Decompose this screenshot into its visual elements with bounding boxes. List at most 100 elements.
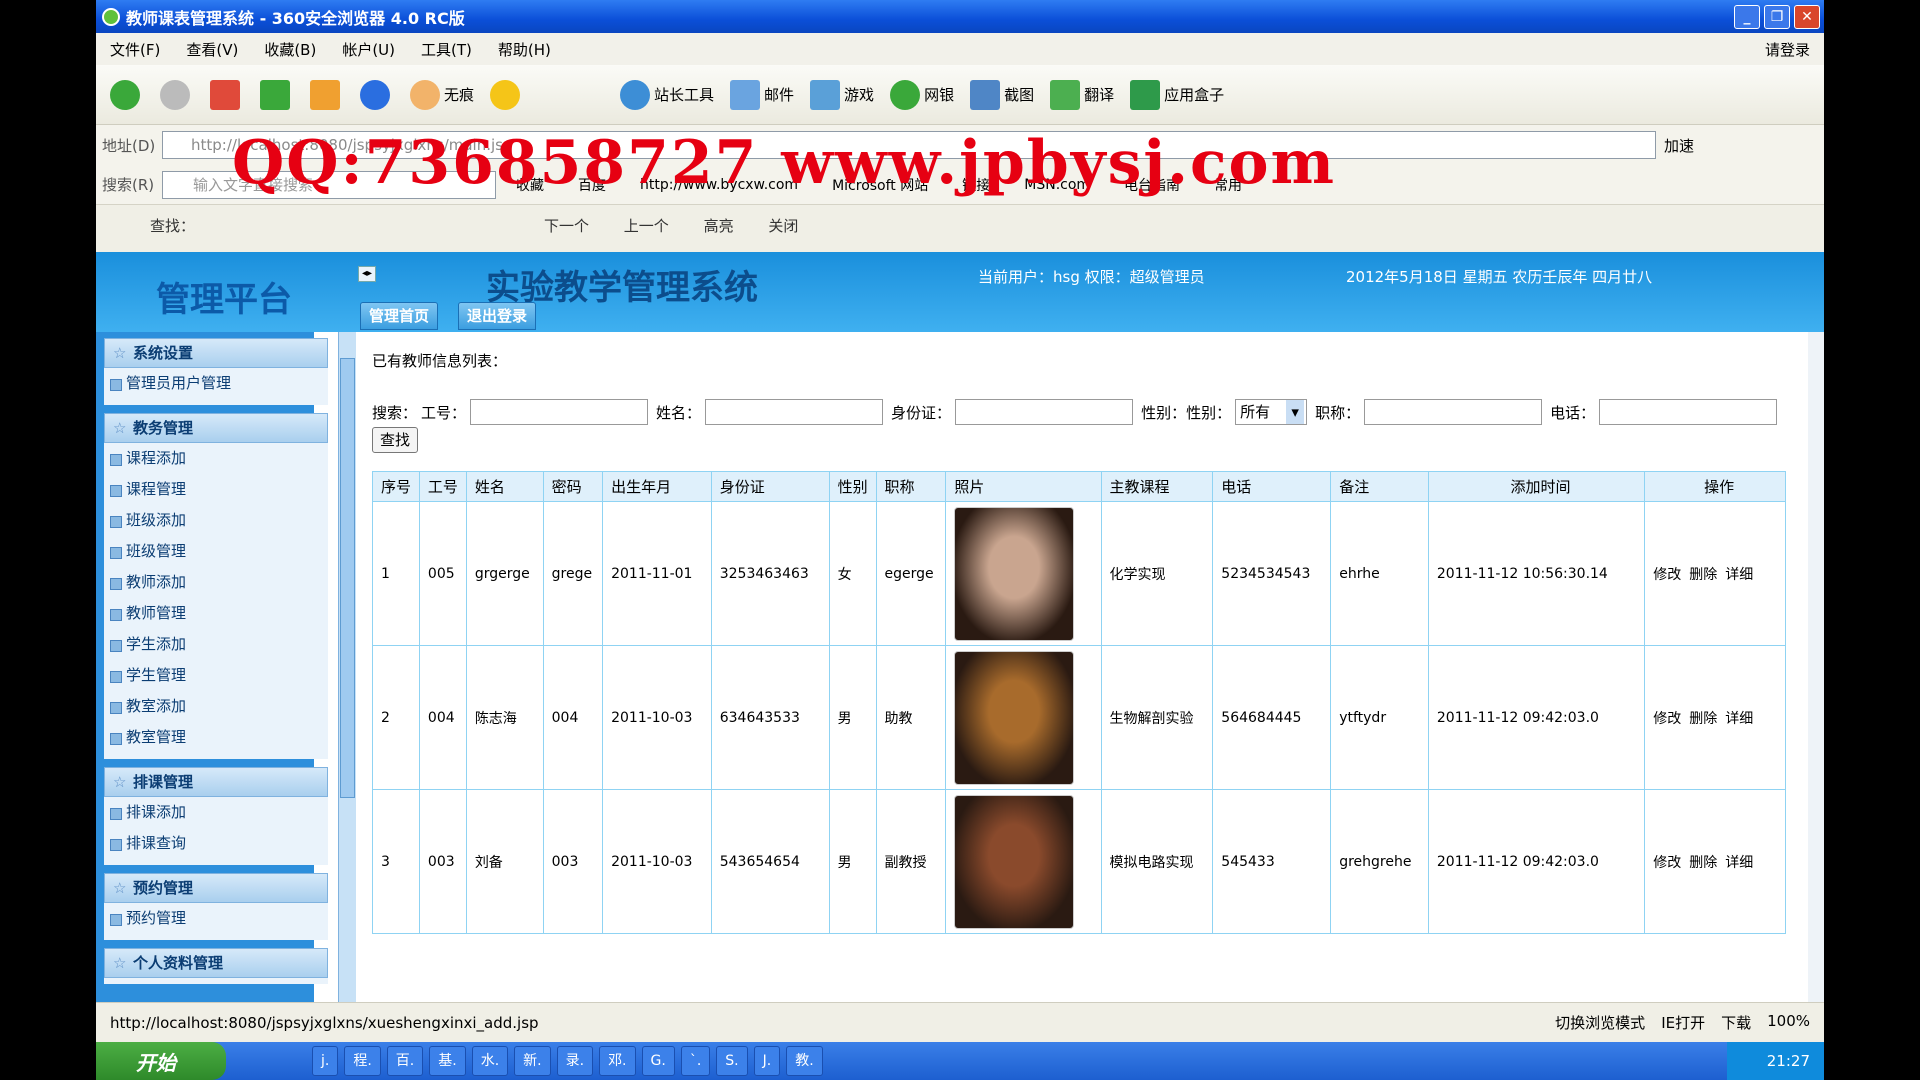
home-button[interactable] <box>310 79 344 110</box>
delete-link[interactable]: 删除 <box>1689 567 1717 583</box>
sidebar-group-header[interactable]: 系统设置 <box>104 338 328 368</box>
table-cell: 564684445 <box>1212 645 1332 790</box>
translate-button[interactable]: 翻译 <box>1050 79 1114 110</box>
sidebar-group-header[interactable]: 个人资料管理 <box>104 948 328 978</box>
minimize-button[interactable]: _ <box>1734 4 1760 29</box>
detail-link[interactable]: 详细 <box>1725 855 1753 871</box>
menu-file[interactable]: 文件(F) <box>110 39 160 60</box>
teacher-id-input[interactable] <box>470 399 649 425</box>
speed-button[interactable]: 加速 <box>1664 135 1694 156</box>
undo-button[interactable] <box>360 79 394 110</box>
menu-help[interactable]: 帮助(H) <box>498 39 551 60</box>
sidebar-group-header[interactable]: 排课管理 <box>104 767 328 797</box>
tab-admin-home[interactable]: 管理首页 <box>360 302 439 330</box>
taskbar-item[interactable]: S. <box>716 1046 748 1076</box>
private-mode-button[interactable]: 无痕 <box>410 79 474 110</box>
download-button[interactable]: 下载 <box>1721 1012 1751 1033</box>
current-user-info: 当前用户：hsg 权限：超级管理员 <box>978 268 1205 286</box>
gender-select[interactable]: 所有 <box>1235 399 1308 425</box>
mail-label: 邮件 <box>764 86 795 104</box>
ie-open-button[interactable]: IE打开 <box>1661 1012 1705 1033</box>
main-scrollbar[interactable] <box>1808 332 1824 1002</box>
banking-button[interactable]: 网银 <box>890 79 954 110</box>
games-button[interactable]: 游戏 <box>810 79 874 110</box>
menu-account[interactable]: 帐户(U) <box>342 39 395 60</box>
sidebar-item[interactable]: 学生管理 <box>104 660 328 691</box>
sidebar-item[interactable]: 教师添加 <box>104 567 328 598</box>
sidebar-item[interactable]: 管理员用户管理 <box>104 368 328 399</box>
sidebar-item[interactable]: 教室管理 <box>104 722 328 753</box>
back-button[interactable] <box>110 79 144 110</box>
sidebar-item[interactable]: 教室添加 <box>104 691 328 722</box>
teacher-photo <box>954 506 1075 641</box>
taskbar-item[interactable]: 程. <box>344 1046 381 1076</box>
sidebar-group-header[interactable]: 预约管理 <box>104 873 328 903</box>
find-prev-button[interactable]: 上一个 <box>624 217 669 235</box>
taskbar-item[interactable]: 录. <box>556 1046 594 1076</box>
menu-favorites[interactable]: 收藏(B) <box>264 39 316 60</box>
webmaster-tools-button[interactable]: 站长工具 <box>620 79 714 110</box>
find-close-button[interactable]: 关闭 <box>768 217 798 235</box>
taskbar-item[interactable]: G. <box>641 1046 675 1076</box>
table-header-row: 序号 工号 姓名 密码 出生年月 身份证 性别 职称 照片 主教课程 电话 备注 添加时间 操作 <box>372 471 1786 502</box>
sidebar-item[interactable]: 学生添加 <box>104 629 328 660</box>
taskbar-item[interactable]: 水. <box>471 1046 509 1076</box>
teacher-name-input[interactable] <box>705 399 884 425</box>
delete-link[interactable]: 删除 <box>1689 711 1717 727</box>
column-header: 电话 <box>1212 471 1332 502</box>
sidebar-item[interactable]: 预约管理 <box>104 903 328 934</box>
mail-button[interactable]: 邮件 <box>730 79 795 110</box>
forward-button[interactable] <box>160 79 194 110</box>
sidebar-item[interactable]: 课程管理 <box>104 474 328 505</box>
idcard-input[interactable] <box>955 399 1134 425</box>
restore-button[interactable]: ❐ <box>1764 4 1790 29</box>
sidebar-item[interactable]: 教师管理 <box>104 598 328 629</box>
sidebar-item[interactable]: 排课查询 <box>104 828 328 859</box>
zoom-level[interactable]: 100% <box>1767 1012 1810 1033</box>
sidebar-scrollbar[interactable] <box>338 332 356 1002</box>
operations-cell: 修改 删除 详细 <box>1644 501 1786 646</box>
menu-tools[interactable]: 工具(T) <box>421 39 472 60</box>
table-cell: 005 <box>418 501 467 646</box>
find-highlight-button[interactable]: 高亮 <box>704 217 734 235</box>
edit-link[interactable]: 修改 <box>1653 711 1681 727</box>
taskbar-item[interactable]: `. <box>680 1046 711 1076</box>
taskbar-item[interactable]: j. <box>312 1046 339 1076</box>
find-button[interactable]: 查找 <box>372 427 418 453</box>
taskbar-item[interactable]: 百. <box>386 1046 424 1076</box>
favorite-star-button[interactable] <box>490 79 524 110</box>
stop-button[interactable] <box>210 79 244 110</box>
refresh-button[interactable] <box>260 79 294 110</box>
sidebar-item[interactable]: 班级管理 <box>104 536 328 567</box>
close-button[interactable]: ✕ <box>1794 4 1820 29</box>
detail-link[interactable]: 详细 <box>1725 567 1753 583</box>
sidebar-scroll-thumb[interactable] <box>340 358 355 798</box>
taskbar-item[interactable]: 教. <box>786 1046 823 1076</box>
find-next-button[interactable]: 下一个 <box>544 217 589 235</box>
edit-link[interactable]: 修改 <box>1653 567 1681 583</box>
table-cell: 003 <box>542 789 604 934</box>
menu-view[interactable]: 查看(V) <box>186 39 238 60</box>
phone-input[interactable] <box>1599 399 1778 425</box>
sidebar-item[interactable]: 课程添加 <box>104 443 328 474</box>
delete-link[interactable]: 删除 <box>1689 855 1717 871</box>
table-cell: 3253463463 <box>710 501 830 646</box>
switch-mode-button[interactable]: 切换浏览模式 <box>1555 1012 1645 1033</box>
sidebar-group-header[interactable]: 教务管理 <box>104 413 328 443</box>
screenshot-button[interactable]: 截图 <box>970 79 1034 110</box>
search-label: 搜索(R) <box>102 176 155 194</box>
taskbar-item[interactable]: 基. <box>429 1046 466 1076</box>
sidebar-item[interactable]: 班级添加 <box>104 505 328 536</box>
detail-link[interactable]: 详细 <box>1725 711 1753 727</box>
taskbar-item[interactable]: 邓. <box>599 1046 636 1076</box>
sidebar-item[interactable]: 排课添加 <box>104 797 328 828</box>
app-box-button[interactable]: 应用盒子 <box>1130 79 1224 110</box>
edit-link[interactable]: 修改 <box>1653 855 1681 871</box>
start-button[interactable]: 开始 <box>96 1042 226 1080</box>
sidebar-toggle-icon[interactable]: ◂▸ <box>358 266 376 282</box>
tab-logout[interactable]: 退出登录 <box>458 302 537 330</box>
taskbar-item[interactable]: 新. <box>514 1046 551 1076</box>
login-link[interactable]: 请登录 <box>1765 39 1810 60</box>
title-input[interactable] <box>1364 399 1543 425</box>
taskbar-item[interactable]: J. <box>753 1046 781 1076</box>
